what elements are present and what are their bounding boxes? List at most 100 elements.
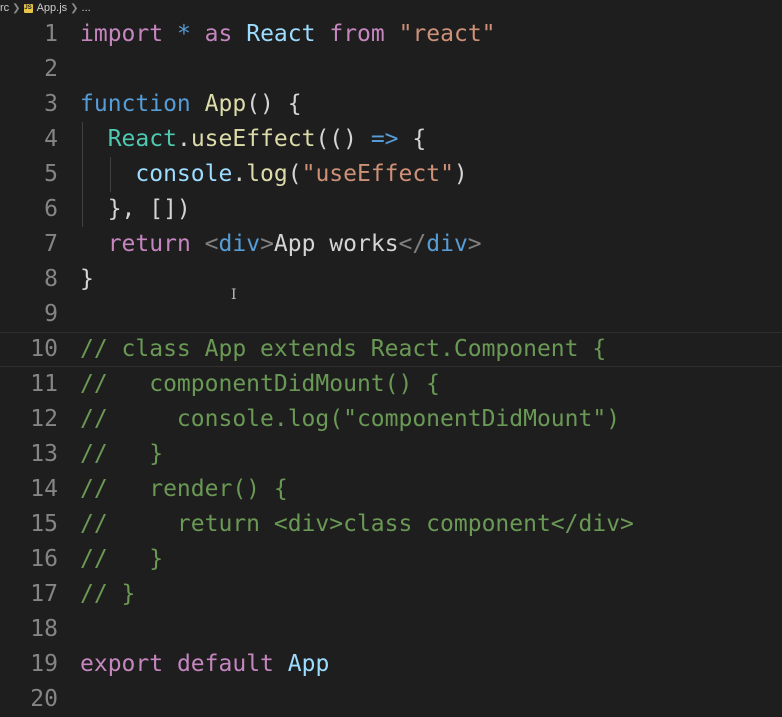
code-token: // class App extends React.Component { bbox=[80, 336, 607, 362]
line-number: 2 bbox=[44, 56, 58, 82]
line-code[interactable]: // } bbox=[80, 542, 163, 577]
code-token: () { bbox=[246, 91, 302, 117]
line-number: 15 bbox=[30, 511, 58, 537]
code-line[interactable]: 5 console.log("useEffect") bbox=[0, 157, 782, 192]
line-number: 3 bbox=[44, 91, 58, 117]
line-number: 20 bbox=[30, 686, 58, 712]
code-token: // } bbox=[80, 546, 164, 572]
code-line[interactable]: 4 React.useEffect(() => { bbox=[0, 122, 782, 157]
code-line[interactable]: 15 // return <div>class component</div> bbox=[0, 507, 782, 542]
code-token: // } bbox=[80, 441, 164, 467]
code-token: "useEffect" bbox=[301, 161, 454, 187]
line-code[interactable]: }, []) bbox=[80, 192, 191, 227]
code-token: import bbox=[80, 21, 164, 47]
code-token: . bbox=[176, 126, 191, 152]
code-token: "react" bbox=[398, 21, 496, 47]
code-line[interactable]: 11 // componentDidMount() { bbox=[0, 367, 782, 402]
code-line[interactable]: 18 bbox=[0, 612, 782, 647]
line-number: 18 bbox=[30, 616, 58, 642]
code-token: function bbox=[80, 91, 191, 117]
code-line[interactable]: 8} bbox=[0, 262, 782, 297]
line-code[interactable]: // class App extends React.Component { bbox=[80, 333, 606, 366]
code-token: as bbox=[204, 21, 233, 47]
code-token: < bbox=[204, 231, 219, 257]
code-token: // console.log("componentDidMount") bbox=[80, 406, 621, 432]
line-code[interactable]: // return <div>class component</div> bbox=[80, 507, 634, 542]
line-code[interactable]: } bbox=[80, 262, 94, 297]
line-code[interactable]: import * as React from "react" bbox=[80, 17, 496, 52]
code-token: div bbox=[426, 231, 468, 257]
code-token: useEffect bbox=[190, 126, 316, 152]
code-token: export bbox=[80, 651, 164, 677]
line-code[interactable]: // } bbox=[80, 437, 163, 472]
code-line[interactable]: 9 bbox=[0, 297, 782, 332]
line-number: 7 bbox=[44, 231, 58, 257]
line-number: 1 bbox=[44, 21, 58, 47]
line-code[interactable]: // console.log("componentDidMount") bbox=[80, 402, 620, 437]
breadcrumb-symbol[interactable]: ... bbox=[82, 2, 91, 14]
code-token: > bbox=[260, 231, 274, 257]
line-code[interactable]: console.log("useEffect") bbox=[80, 157, 467, 192]
breadcrumb: rc ❯ JS App.js ❯ ... bbox=[0, 0, 782, 16]
code-line[interactable]: 20 bbox=[0, 682, 782, 717]
line-number: 4 bbox=[44, 126, 58, 152]
code-token: from bbox=[329, 21, 385, 47]
code-line[interactable]: 16 // } bbox=[0, 542, 782, 577]
line-code[interactable]: return <div>App works</div> bbox=[80, 227, 482, 262]
code-line[interactable]: 3 function App() { bbox=[0, 87, 782, 122]
line-code[interactable]: function App() { bbox=[80, 87, 302, 122]
line-code[interactable]: export default App bbox=[80, 647, 329, 682]
code-token: React bbox=[246, 21, 316, 47]
code-token: (() bbox=[315, 126, 371, 152]
code-editor[interactable]: 1 import * as React from "react" 2 3 functio… bbox=[0, 16, 782, 715]
code-line[interactable]: 12 // console.log("componentDidMount") bbox=[0, 402, 782, 437]
chevron-right-icon: ❯ bbox=[70, 2, 79, 14]
line-number: 12 bbox=[30, 406, 58, 432]
code-line[interactable]: 10 // class App extends React.Component { bbox=[0, 332, 782, 367]
code-token: { bbox=[398, 126, 427, 152]
code-token: App bbox=[204, 91, 247, 117]
code-line[interactable]: 13 // } bbox=[0, 437, 782, 472]
code-token: > bbox=[467, 231, 482, 257]
code-token: console bbox=[135, 161, 233, 187]
code-token: App bbox=[287, 651, 330, 677]
code-token: } bbox=[80, 266, 94, 292]
breadcrumb-file[interactable]: App.js bbox=[37, 2, 68, 14]
line-code[interactable]: React.useEffect(() => { bbox=[80, 122, 427, 157]
breadcrumb-folder[interactable]: rc bbox=[0, 2, 9, 14]
line-number: 13 bbox=[30, 441, 58, 467]
line-code[interactable]: // componentDidMount() { bbox=[80, 367, 440, 402]
code-line[interactable]: 14 // render() { bbox=[0, 472, 782, 507]
code-line[interactable]: 19 export default App bbox=[0, 647, 782, 682]
code-line[interactable]: 2 bbox=[0, 52, 782, 87]
code-token: }, []) bbox=[80, 196, 191, 222]
code-line[interactable]: 7 return <div>App works</div> bbox=[0, 227, 782, 262]
line-number: 14 bbox=[30, 476, 58, 502]
line-number: 5 bbox=[44, 161, 58, 187]
line-number: 17 bbox=[30, 581, 58, 607]
code-token: // return <div>class component</div> bbox=[80, 511, 634, 537]
code-token: // render() { bbox=[80, 476, 288, 502]
code-line[interactable]: 1 import * as React from "react" bbox=[0, 17, 782, 52]
chevron-right-icon: ❯ bbox=[12, 2, 21, 14]
code-token: * bbox=[176, 21, 191, 47]
line-number: 10 bbox=[30, 336, 58, 362]
code-line[interactable]: 6 }, []) bbox=[0, 192, 782, 227]
line-number: 11 bbox=[30, 371, 58, 397]
code-token: log bbox=[246, 161, 288, 187]
code-token: App works bbox=[273, 231, 399, 257]
line-code[interactable]: // render() { bbox=[80, 472, 288, 507]
code-token: </ bbox=[398, 231, 427, 257]
code-line[interactable]: 17 // } bbox=[0, 577, 782, 612]
line-code[interactable]: // } bbox=[80, 577, 135, 612]
code-token: return bbox=[107, 231, 191, 257]
line-number: 8 bbox=[44, 266, 58, 292]
